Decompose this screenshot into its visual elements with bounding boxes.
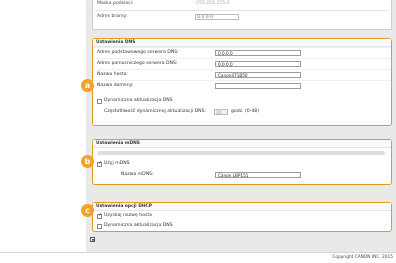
host-name-input[interactable]: Canon471B50 bbox=[215, 72, 301, 78]
mdns-name-input[interactable]: Canon LBP151 bbox=[215, 172, 301, 178]
divider bbox=[95, 10, 389, 11]
subnet-value: 255.255.255.0 bbox=[196, 1, 230, 6]
host-name-label: Nazwa hosta: bbox=[97, 72, 128, 77]
dns-interval-row: Częstotliwość dynamicznej aktualizacji D… bbox=[93, 107, 391, 117]
get-host-name-row: Uzyskaj nazwę hosta bbox=[93, 211, 391, 221]
host-name-row: Nazwa hosta: Canon471B50 bbox=[93, 69, 391, 79]
dynamic-dns-checkbox[interactable] bbox=[97, 98, 102, 104]
dhcp-options-section: Ustawienia opcji DHCP Uzyskaj nazwę host… bbox=[92, 202, 392, 232]
gateway-field[interactable]: 0.0.0.0 bbox=[195, 14, 239, 20]
use-mdns-label: Użyj mDNS bbox=[104, 161, 130, 166]
mdns-settings-section: Ustawienia mDNS Użyj mDNS Nazwa mDNS: Ca… bbox=[92, 139, 392, 185]
dns-section-title: Ustawienia DNS bbox=[93, 39, 391, 47]
left-pane bbox=[0, 0, 86, 263]
mdns-name-row: Nazwa mDNS: Canon LBP151 bbox=[93, 170, 391, 180]
use-mdns-checkbox[interactable] bbox=[97, 161, 102, 167]
copyright-text: Copyright CANON INC. 2015 bbox=[332, 255, 393, 260]
dynamic-dns-row: Dynamiczna aktualizacja DNS bbox=[93, 96, 391, 106]
use-mdns-row: Użyj mDNS bbox=[93, 159, 391, 169]
dns-secondary-input[interactable]: 0.0.0.0 bbox=[215, 61, 301, 67]
callout-badge-b: b bbox=[81, 155, 94, 168]
page-icon bbox=[90, 237, 95, 242]
domain-name-row: Nazwa domeny: bbox=[93, 80, 391, 90]
dns-primary-input[interactable]: 0.0.0.0 bbox=[215, 50, 301, 56]
dns-primary-label: Adres podstawowego serwera DNS: bbox=[97, 50, 179, 55]
dns-interval-input[interactable]: 24 bbox=[214, 109, 228, 115]
domain-name-input[interactable] bbox=[215, 83, 301, 89]
blurred-row bbox=[93, 148, 391, 158]
dhcp-section-title: Ustawienia opcji DHCP bbox=[93, 203, 391, 211]
get-host-name-label: Uzyskaj nazwę hosta bbox=[104, 213, 152, 218]
subnet-label: Maska podsieci: bbox=[97, 1, 134, 6]
mdns-name-label: Nazwa mDNS: bbox=[121, 172, 154, 177]
dhcp-dynamic-dns-checkbox[interactable] bbox=[97, 223, 102, 229]
ip-settings-form: Maska podsieci: 255.255.255.0 Adres bram… bbox=[92, 0, 392, 30]
dns-settings-section: Ustawienia DNS Adres podstawowego serwer… bbox=[92, 38, 392, 126]
mdns-section-title: Ustawienia mDNS bbox=[93, 140, 391, 148]
dns-secondary-label: Adres pomocniczego serwera DNS: bbox=[97, 61, 178, 66]
footer-bar: Copyright CANON INC. 2015 bbox=[0, 252, 396, 263]
dns-interval-units: godz. (0-48) bbox=[231, 109, 259, 114]
dhcp-dynamic-dns-label: Dynamiczna aktualizacja DNS bbox=[104, 223, 173, 228]
dns-primary-row: Adres podstawowego serwera DNS: 0.0.0.0 bbox=[93, 47, 391, 57]
callout-badge-a: a bbox=[81, 79, 94, 92]
gateway-label: Adres bramy: bbox=[97, 14, 128, 19]
dhcp-dynamic-dns-row: Dynamiczna aktualizacja DNS bbox=[93, 221, 391, 231]
callout-badge-c: c bbox=[81, 204, 94, 217]
dns-interval-label: Częstotliwość dynamicznej aktualizacji D… bbox=[104, 109, 207, 114]
dns-secondary-row: Adres pomocniczego serwera DNS: 0.0.0.0 bbox=[93, 58, 391, 68]
dynamic-dns-label: Dynamiczna aktualizacja DNS bbox=[104, 98, 173, 103]
domain-name-label: Nazwa domeny: bbox=[97, 83, 134, 88]
content-area: Maska podsieci: 255.255.255.0 Adres bram… bbox=[86, 0, 396, 263]
blurred-text bbox=[97, 151, 385, 155]
get-host-name-checkbox[interactable] bbox=[97, 213, 102, 219]
